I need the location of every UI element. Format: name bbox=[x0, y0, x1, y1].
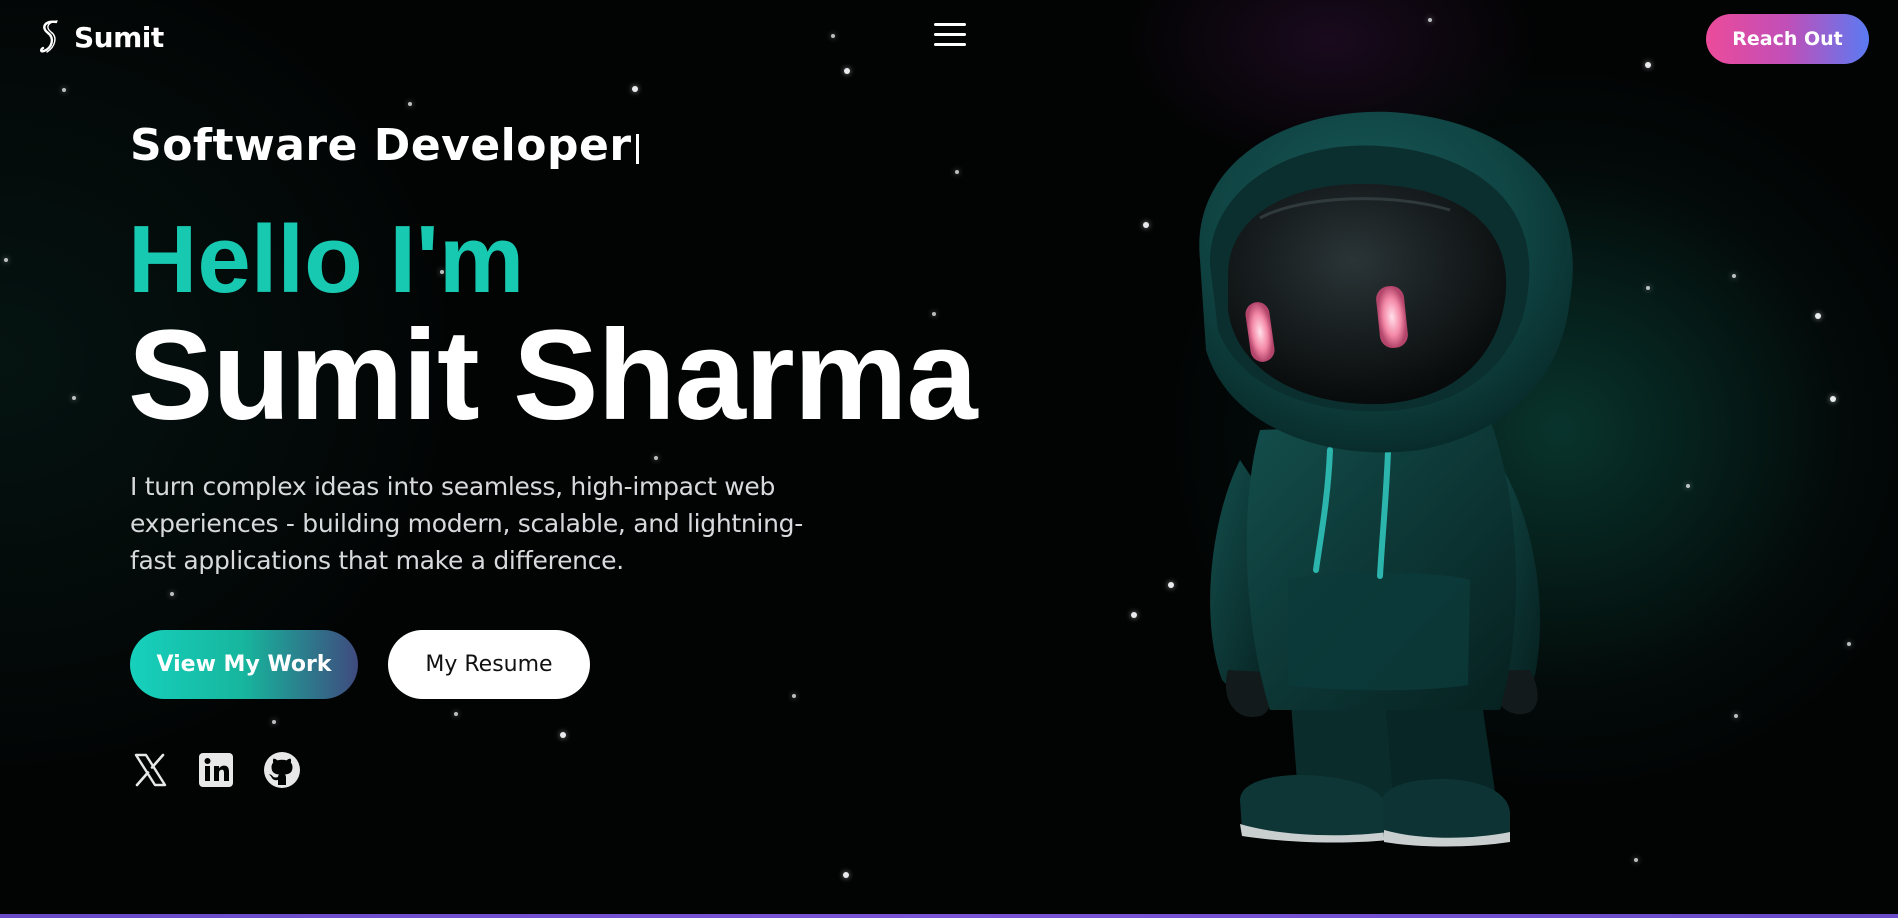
name-heading: Sumit Sharma bbox=[128, 304, 978, 447]
hero-description: I turn complex ideas into seamless, high… bbox=[130, 472, 803, 575]
menu-bar bbox=[934, 43, 966, 46]
greeting-heading: Hello I'm bbox=[128, 206, 525, 313]
x-twitter-icon[interactable] bbox=[130, 750, 170, 790]
star bbox=[1847, 642, 1851, 646]
s-logo-icon bbox=[40, 20, 58, 53]
linkedin-icon[interactable] bbox=[196, 750, 236, 790]
star bbox=[955, 170, 959, 174]
star bbox=[560, 732, 566, 738]
star bbox=[4, 258, 8, 262]
github-glyph bbox=[264, 752, 300, 788]
view-my-work-button[interactable]: View My Work bbox=[130, 630, 358, 699]
star bbox=[831, 34, 835, 38]
x-twitter-glyph bbox=[134, 753, 167, 787]
star bbox=[72, 396, 76, 400]
menu-bar bbox=[934, 23, 966, 26]
bottom-border bbox=[0, 914, 1898, 918]
star bbox=[1131, 612, 1137, 618]
star bbox=[792, 694, 796, 698]
linkedin-glyph bbox=[199, 753, 233, 787]
github-icon[interactable] bbox=[262, 750, 302, 790]
star bbox=[170, 592, 174, 596]
star bbox=[1734, 714, 1738, 718]
reach-out-button[interactable]: Reach Out bbox=[1706, 14, 1869, 64]
star bbox=[1830, 396, 1836, 402]
star bbox=[408, 102, 412, 106]
star bbox=[272, 720, 276, 724]
menu-bar bbox=[934, 33, 966, 36]
star bbox=[1646, 286, 1650, 290]
logo-text: Sumit bbox=[74, 20, 164, 54]
star bbox=[654, 456, 658, 460]
star bbox=[1645, 62, 1651, 68]
star bbox=[843, 872, 849, 878]
portfolio-hero-page: Sumit Reach Out Software Developer Hello… bbox=[0, 0, 1898, 918]
hooded-robot-illustration bbox=[1199, 111, 1573, 847]
role-text: Software Developer bbox=[130, 120, 632, 171]
my-resume-button[interactable]: My Resume bbox=[388, 630, 590, 699]
star bbox=[1815, 313, 1821, 319]
star bbox=[454, 712, 458, 716]
site-logo[interactable]: Sumit bbox=[36, 18, 164, 56]
role-typewriter: Software Developer bbox=[130, 120, 639, 171]
star bbox=[62, 88, 66, 92]
star bbox=[1428, 18, 1432, 22]
star bbox=[844, 68, 850, 74]
star bbox=[1634, 858, 1638, 862]
star bbox=[1143, 222, 1149, 228]
star bbox=[632, 86, 638, 92]
social-links bbox=[130, 750, 302, 790]
typing-cursor bbox=[635, 133, 639, 164]
hamburger-menu-icon[interactable] bbox=[930, 18, 970, 52]
star bbox=[1686, 484, 1690, 488]
star bbox=[1732, 274, 1736, 278]
